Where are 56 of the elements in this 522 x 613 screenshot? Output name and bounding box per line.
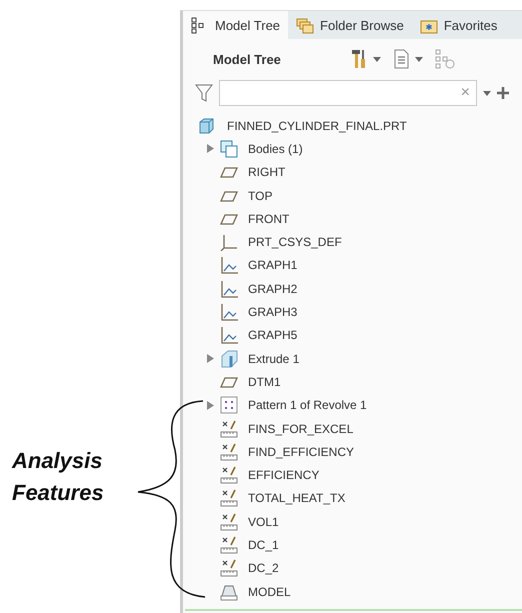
graph-icon (220, 326, 238, 344)
pattern-icon (220, 396, 238, 414)
tree-item[interactable]: PRT_CSYS_DEF (248, 235, 342, 250)
graph-icon (220, 303, 238, 322)
tree-item[interactable]: FIND_EFFICIENCY (248, 444, 354, 459)
bodies-icon (220, 140, 238, 158)
filter-icon (195, 83, 213, 103)
caret-icon (415, 56, 423, 62)
caret-icon (483, 90, 491, 96)
measure-icon (220, 489, 238, 508)
annotation-label: Features (12, 479, 104, 507)
panel-title: Model Tree (213, 52, 282, 66)
tree-item[interactable]: FRONT (248, 212, 290, 226)
model-icon (220, 582, 238, 601)
tab[interactable]: Folder Browse (288, 11, 412, 39)
tab[interactable]: Model Tree (183, 11, 288, 39)
tree-item[interactable]: GRAPH1 (248, 258, 298, 272)
measure-icon (220, 420, 238, 438)
tree-item[interactable]: TOP (248, 188, 272, 203)
tree-settings-icon (435, 49, 455, 69)
measure-icon (220, 466, 238, 484)
hammer-screwdriver-icon (351, 49, 367, 69)
tree-item[interactable]: GRAPH5 (248, 328, 298, 342)
measure-icon (220, 536, 238, 554)
caret-icon (373, 56, 381, 62)
collapsed-arrow-icon[interactable] (206, 144, 214, 154)
tree-item[interactable]: Pattern 1 of Revolve 1 (248, 398, 367, 412)
measure-icon (220, 512, 238, 531)
document-list-icon (393, 49, 409, 69)
coordinate-axes-icon (220, 233, 238, 252)
tree-item[interactable]: MODEL (248, 584, 291, 599)
tree-item[interactable]: DC_2 (248, 561, 279, 576)
graph-icon (220, 256, 238, 274)
plus-icon (497, 87, 509, 99)
extrude-icon (220, 350, 238, 368)
measure-icon (220, 442, 238, 461)
collapsed-arrow-icon[interactable] (206, 354, 214, 364)
annotation-label: Analysis (12, 447, 102, 475)
measure-icon (220, 559, 238, 578)
folders-icon (296, 16, 314, 34)
tree-item[interactable]: Extrude 1 (248, 352, 300, 366)
tree-item[interactable]: GRAPH3 (248, 305, 298, 320)
tree-item[interactable]: FINS_FOR_EXCEL (248, 422, 354, 436)
tree-item[interactable]: Bodies (1) (248, 142, 303, 156)
tree-item[interactable]: EFFICIENCY (248, 468, 320, 482)
tree-item[interactable]: TOTAL_HEAT_TX (248, 491, 346, 506)
tree-item[interactable]: DTM1 (248, 374, 281, 389)
tree-item[interactable]: FINNED_CYLINDER_FINAL.PRT (227, 118, 407, 133)
tab[interactable]: Favorites (412, 11, 506, 39)
tree-item[interactable]: GRAPH2 (248, 282, 298, 296)
collapsed-arrow-icon[interactable] (206, 400, 214, 410)
tree-item[interactable]: DC_1 (248, 538, 279, 552)
graph-icon (220, 280, 238, 298)
tree-item[interactable]: VOL1 (248, 514, 279, 529)
tree-item[interactable]: RIGHT (248, 165, 286, 180)
part-icon (197, 116, 215, 135)
